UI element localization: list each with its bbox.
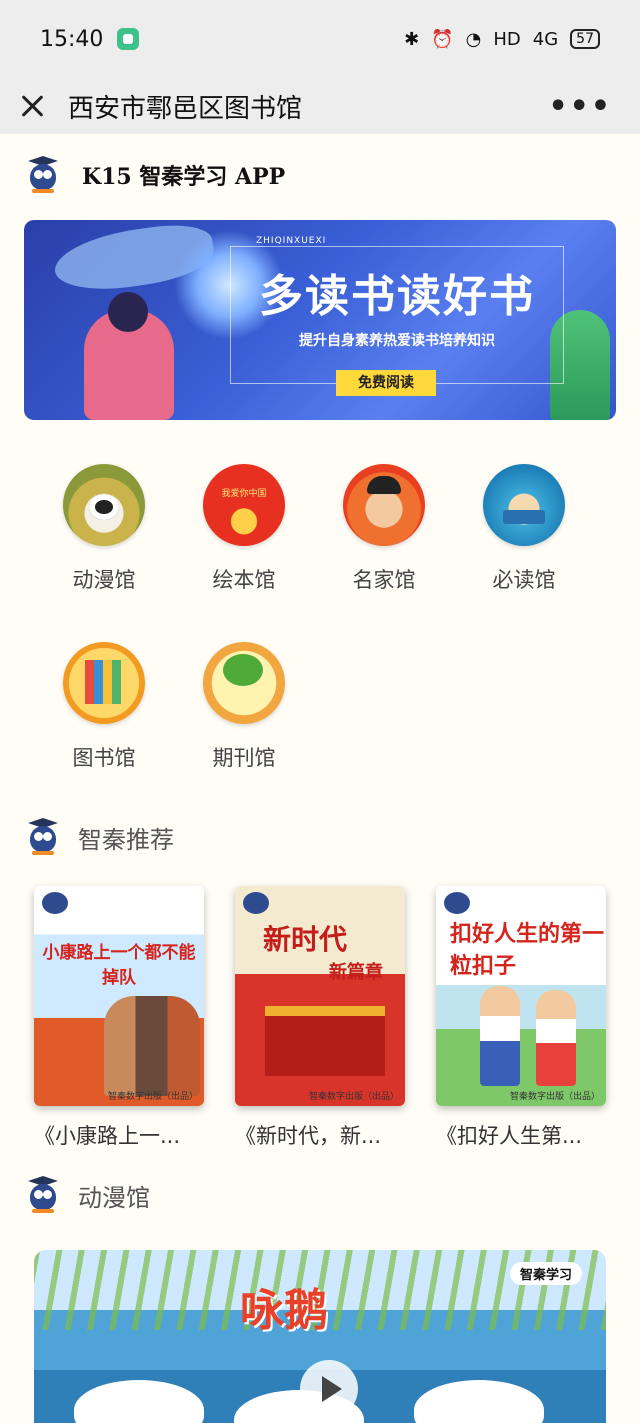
alarm-icon: ⏰: [431, 28, 454, 50]
category-label: 绘本馆: [212, 568, 276, 592]
hd-label: HD: [493, 28, 521, 50]
page-content: K15 智秦学习 APP ZHIQINXUEXI 多读书读好书 提升自身素养热爱…: [0, 134, 640, 1423]
owl-logo-icon: [24, 156, 62, 194]
page-title: 西安市鄠邑区图书馆: [68, 93, 303, 124]
category-periodicals[interactable]: 期刊馆: [184, 642, 304, 772]
anime-video-card[interactable]: 咏鹅 智秦学习: [34, 1250, 606, 1423]
more-options-button[interactable]: •••: [548, 89, 612, 124]
book-card[interactable]: 小康路上一个都不能掉队 智秦数字出版（出品） 《小康路上一...: [34, 886, 204, 1150]
section-title: 动漫馆: [78, 1183, 150, 1212]
cover-publisher: 智秦数字出版（出品）: [509, 1092, 600, 1102]
category-famous-authors[interactable]: 名家馆: [324, 464, 444, 594]
book-card[interactable]: 新时代 新篇章 智秦数字出版（出品） 《新时代，新...: [235, 886, 405, 1150]
wifi-icon: ◔: [465, 28, 482, 50]
video-brand-badge: 智秦学习: [509, 1262, 582, 1285]
category-label: 动漫馆: [72, 568, 136, 592]
status-icons: ✱ ⏰ ◔ HD 4G 57: [404, 29, 600, 50]
cover-title: 新时代: [263, 923, 348, 956]
battery-icon: 57: [570, 29, 600, 49]
play-icon[interactable]: [300, 1360, 358, 1418]
video-title: 咏鹅: [240, 1285, 328, 1336]
panda-icon: [63, 464, 145, 546]
girl-illustration: [536, 990, 576, 1086]
category-label: 必读馆: [492, 568, 556, 592]
cover-publisher: 智秦数字出版（出品）: [308, 1092, 399, 1102]
anime-section-header: 动漫馆: [24, 1176, 150, 1214]
owl-logo-icon: [243, 892, 269, 914]
category-anime[interactable]: 动漫馆: [44, 464, 164, 594]
books-icon: [63, 642, 145, 724]
book-cover: 新时代 新篇章 智秦数字出版（出品）: [235, 886, 405, 1106]
category-must-read[interactable]: 必读馆: [464, 464, 584, 594]
category-picture-book[interactable]: 绘本馆: [184, 464, 304, 594]
author-portrait-icon: [343, 464, 425, 546]
book-title: 《扣好人生第...: [436, 1124, 583, 1148]
bluetooth-icon: ✱: [404, 28, 420, 50]
book-cover: 扣好人生的第一粒扣子 智秦数字出版（出品）: [436, 886, 606, 1106]
tiananmen-icon: [203, 464, 285, 546]
cover-title: 扣好人生的第一粒扣子: [450, 922, 605, 979]
brand-header: K15 智秦学习 APP: [24, 156, 285, 194]
title-bar: 西安市鄠邑区图书馆 •••: [0, 78, 640, 134]
cover-subtitle: 新篇章: [329, 962, 383, 983]
signal-label: 4G: [532, 28, 559, 50]
reading-girl-illustration: [84, 292, 174, 420]
cover-publisher: 智秦数字出版（出品）: [107, 1092, 198, 1102]
close-button[interactable]: [18, 92, 46, 120]
owl-logo-icon: [42, 892, 68, 914]
cover-title: 小康路上一个都不能掉队: [42, 943, 196, 988]
people-illustration: [104, 996, 200, 1096]
recommend-section-header: 智秦推荐: [24, 818, 174, 856]
tree-boy-icon: [203, 642, 285, 724]
study-kids-icon: [483, 464, 565, 546]
category-label: 期刊馆: [212, 746, 276, 770]
goose-illustration: [74, 1380, 204, 1423]
book-cover: 小康路上一个都不能掉队 智秦数字出版（出品）: [34, 886, 204, 1106]
status-bar: 15:40 ✱ ⏰ ◔ HD 4G 57: [0, 0, 640, 78]
brand-name: K15 智秦学习 APP: [82, 164, 286, 190]
section-title: 智秦推荐: [78, 825, 174, 854]
book-title: 《小康路上一...: [34, 1124, 181, 1148]
owl-logo-icon: [24, 1176, 62, 1214]
goose-illustration: [414, 1380, 544, 1423]
banner-tag: ZHIQINXUEXI: [256, 236, 327, 246]
tiananmen-illustration: [265, 1006, 385, 1076]
promo-banner[interactable]: ZHIQINXUEXI 多读书读好书 提升自身素养热爱读书培养知识 免费阅读: [24, 220, 616, 420]
free-read-button[interactable]: 免费阅读: [336, 370, 436, 396]
banner-headline: 多读书读好书: [259, 271, 535, 322]
boy-illustration: [480, 986, 520, 1086]
owl-logo-icon: [24, 818, 62, 856]
book-card[interactable]: 扣好人生的第一粒扣子 智秦数字出版（出品） 《扣好人生第...: [436, 886, 606, 1150]
book-title: 《新时代，新...: [235, 1124, 382, 1148]
banner-subtitle: 提升自身素养热爱读书培养知识: [299, 333, 495, 349]
category-label: 名家馆: [352, 568, 416, 592]
status-time: 15:40: [40, 26, 104, 52]
notification-app-icon: [117, 28, 140, 50]
category-label: 图书馆: [72, 746, 136, 770]
category-library[interactable]: 图书馆: [44, 642, 164, 772]
owl-logo-icon: [444, 892, 470, 914]
